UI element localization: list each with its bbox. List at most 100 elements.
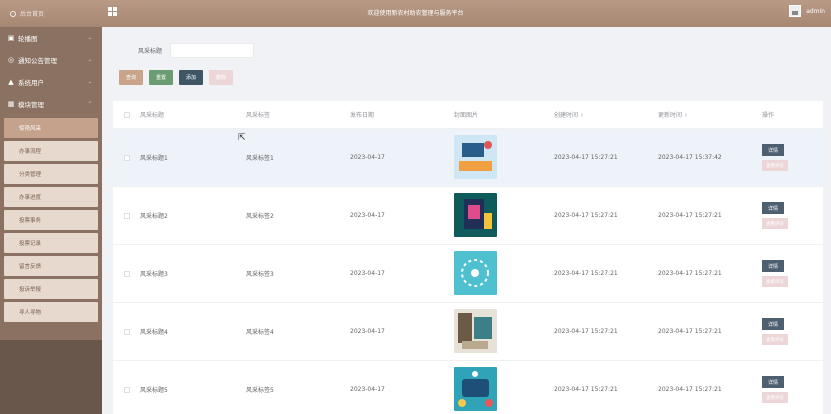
view-comments-button[interactable]: 查看评论 bbox=[762, 160, 788, 171]
notice-icon: ◎ bbox=[7, 56, 15, 64]
sidebar-subitem-vote[interactable]: 投票事务 bbox=[4, 210, 98, 230]
sort-icon[interactable]: ⇕ bbox=[684, 113, 688, 119]
row-actions: 详情 查看评论 bbox=[762, 202, 823, 229]
row-actions: 详情 查看评论 bbox=[762, 260, 823, 287]
sidebar-item-notice[interactable]: ◎ 通知公告管理 ⌄ bbox=[0, 49, 102, 71]
column-header: 封面图片 bbox=[454, 112, 479, 119]
user-icon: ▲ bbox=[8, 78, 14, 86]
view-comments-button[interactable]: 查看评论 bbox=[762, 218, 788, 229]
cell-title: 风采标题1 bbox=[140, 155, 168, 162]
reset-button[interactable]: 重置 bbox=[149, 70, 174, 85]
sidebar-item-system-user[interactable]: ▲ 系统用户 ⌄ bbox=[0, 71, 102, 93]
row-checkbox[interactable] bbox=[123, 328, 130, 335]
cell-created: 2023-04-17 15:27:21 bbox=[554, 328, 618, 335]
column-header-label: 更新时间 bbox=[658, 112, 683, 119]
table-row[interactable]: 风采标题4 风采标签4 2023-04-17 2023-04-17 15:27:… bbox=[113, 303, 823, 361]
detail-button[interactable]: 详情 bbox=[762, 202, 785, 214]
column-header-created[interactable]: 创建时间 ⇕ bbox=[554, 110, 658, 119]
cell-tag: 风采标签2 bbox=[246, 213, 274, 220]
cell-created: 2023-04-17 15:27:21 bbox=[554, 212, 618, 219]
chevron-down-icon: ⌄ bbox=[87, 57, 92, 63]
chevron-down-icon: ⌄ bbox=[87, 79, 92, 85]
cell-title: 风采标题2 bbox=[140, 213, 168, 220]
sidebar-subitem-vote-record[interactable]: 投票记录 bbox=[4, 233, 98, 253]
cell-updated: 2023-04-17 15:37:42 bbox=[658, 154, 722, 161]
row-actions: 详情 查看评论 bbox=[762, 376, 823, 403]
sidebar-subitem-category[interactable]: 分类管理 bbox=[4, 164, 98, 184]
cell-created: 2023-04-17 15:27:21 bbox=[554, 154, 618, 161]
grid-icon: ▦ bbox=[7, 100, 15, 108]
cover-image[interactable] bbox=[454, 308, 497, 353]
cell-title: 风采标题3 bbox=[140, 271, 168, 278]
sidebar-item-modules[interactable]: ▦ 模块管理 ⌃ bbox=[0, 93, 102, 115]
row-actions: 详情 查看评论 bbox=[762, 144, 823, 171]
query-button[interactable]: 查询 bbox=[119, 70, 144, 85]
sidebar-subitem-complaint[interactable]: 投诉举报 bbox=[4, 279, 98, 299]
select-all-checkbox[interactable] bbox=[123, 111, 130, 118]
cover-image[interactable] bbox=[454, 134, 497, 179]
table-row[interactable]: 风采标题5 风采标签5 2023-04-17 2023-04-17 15:27:… bbox=[113, 361, 823, 414]
detail-button[interactable]: 详情 bbox=[762, 144, 785, 156]
sidebar-subitem-feedback[interactable]: 留言反馈 bbox=[4, 256, 98, 276]
column-header: 操作 bbox=[762, 112, 775, 119]
cell-title: 风采标题5 bbox=[140, 387, 168, 394]
cover-image[interactable] bbox=[454, 250, 497, 295]
sidebar-item-label: 模块管理 bbox=[18, 101, 44, 109]
main-content: 风采标题 查询 重置 添加 删除 风采标题 风采标签 发布日期 封面图片 创建时… bbox=[102, 27, 831, 414]
add-button[interactable]: 添加 bbox=[179, 70, 204, 85]
detail-button[interactable]: 详情 bbox=[762, 376, 785, 388]
top-bar: 后台首页 欢迎使用新农村助农管理与服务平台 admin bbox=[0, 0, 831, 27]
sidebar: ▣ 轮播图 ⌄ ◎ 通知公告管理 ⌄ ▲ 系统用户 ⌄ ▦ 模块管理 ⌃ 惊艳风… bbox=[0, 27, 102, 414]
data-table: 风采标题 风采标签 发布日期 封面图片 创建时间 ⇕ 更新时间 ⇕ 操作 风采标… bbox=[113, 101, 823, 414]
delete-button[interactable]: 删除 bbox=[209, 70, 234, 85]
cover-image[interactable] bbox=[454, 366, 497, 411]
mouse-cursor-icon: ⇱ bbox=[238, 133, 246, 143]
cell-tag: 风采标签4 bbox=[246, 329, 274, 336]
sidebar-subitem-style[interactable]: 惊艳风采 bbox=[4, 118, 98, 138]
table-row[interactable]: 风采标题2 风采标签2 2023-04-17 2023-04-17 15:27:… bbox=[113, 187, 823, 245]
sidebar-subitem-process[interactable]: 办事流程 bbox=[4, 141, 98, 161]
detail-button[interactable]: 详情 bbox=[762, 260, 785, 272]
cell-updated: 2023-04-17 15:27:21 bbox=[658, 212, 722, 219]
sidebar-subitem-lost-found[interactable]: 寻人寻物 bbox=[4, 302, 98, 322]
cell-created: 2023-04-17 15:27:21 bbox=[554, 386, 618, 393]
search-label: 风采标题 bbox=[138, 48, 163, 55]
row-checkbox[interactable] bbox=[123, 212, 130, 219]
sidebar-subitem-progress[interactable]: 办事进度 bbox=[4, 187, 98, 207]
view-comments-button[interactable]: 查看评论 bbox=[762, 392, 788, 403]
sidebar-submenu: 惊艳风采 办事流程 分类管理 办事进度 投票事务 投票记录 留言反馈 投诉举报 … bbox=[0, 118, 102, 325]
cell-date: 2023-04-17 bbox=[350, 212, 385, 219]
chevron-down-icon: ⌄ bbox=[87, 35, 92, 41]
view-comments-button[interactable]: 查看评论 bbox=[762, 276, 788, 287]
table-header: 风采标题 风采标签 发布日期 封面图片 创建时间 ⇕ 更新时间 ⇕ 操作 bbox=[113, 101, 823, 129]
cover-image[interactable] bbox=[454, 192, 497, 237]
action-buttons: 查询 重置 添加 删除 bbox=[119, 70, 239, 85]
cell-updated: 2023-04-17 15:27:21 bbox=[658, 270, 722, 277]
cell-updated: 2023-04-17 15:27:21 bbox=[658, 386, 722, 393]
detail-button[interactable]: 详情 bbox=[762, 318, 785, 330]
cell-date: 2023-04-17 bbox=[350, 328, 385, 335]
table-row[interactable]: 风采标题1 风采标签1 2023-04-17 2023-04-17 15:27:… bbox=[113, 129, 823, 187]
user-menu[interactable]: admin bbox=[789, 5, 825, 17]
row-checkbox[interactable] bbox=[123, 270, 130, 277]
cell-tag: 风采标签5 bbox=[246, 387, 274, 394]
table-row[interactable]: 风采标题3 风采标签3 2023-04-17 2023-04-17 15:27:… bbox=[113, 245, 823, 303]
column-header-updated[interactable]: 更新时间 ⇕ bbox=[658, 110, 762, 119]
sort-icon[interactable]: ⇕ bbox=[580, 113, 584, 119]
sidebar-item-label: 通知公告管理 bbox=[18, 57, 57, 65]
column-header: 风采标签 bbox=[246, 112, 271, 119]
row-actions: 详情 查看评论 bbox=[762, 318, 823, 345]
sidebar-item-label: 系统用户 bbox=[18, 79, 44, 87]
welcome-text: 欢迎使用新农村助农管理与服务平台 bbox=[367, 10, 464, 17]
search-form: 风采标题 bbox=[138, 43, 255, 58]
search-input[interactable] bbox=[170, 43, 255, 58]
row-checkbox[interactable] bbox=[123, 386, 130, 393]
row-checkbox[interactable] bbox=[123, 154, 130, 161]
cell-date: 2023-04-17 bbox=[350, 386, 385, 393]
column-header: 风采标题 bbox=[140, 112, 165, 119]
sidebar-footer bbox=[0, 340, 102, 414]
cell-date: 2023-04-17 bbox=[350, 154, 385, 161]
cell-title: 风采标题4 bbox=[140, 329, 168, 336]
view-comments-button[interactable]: 查看评论 bbox=[762, 334, 788, 345]
sidebar-item-carousel[interactable]: ▣ 轮播图 ⌄ bbox=[0, 27, 102, 49]
